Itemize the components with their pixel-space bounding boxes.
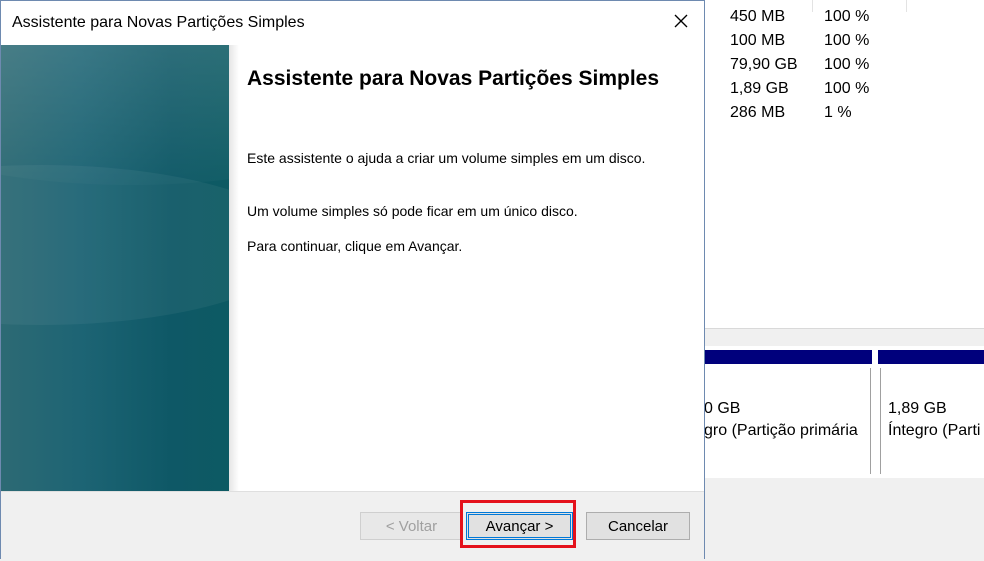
wizard-description: Para continuar, clique em Avançar. [247, 238, 463, 254]
disk-map: 0 GB gro (Partição primária 1,89 GB Ínte… [700, 346, 984, 478]
close-icon [673, 13, 689, 34]
partition-status: gro (Partição primária [704, 422, 858, 439]
partition-block[interactable]: 0 GB gro (Partição primária [704, 368, 871, 474]
volume-free-percent: 100 % [824, 56, 870, 73]
back-button[interactable]: < Voltar [360, 512, 463, 540]
volume-capacity: 100 MB [730, 32, 786, 49]
partition-status: Íntegro (Parti [888, 422, 981, 439]
banner-swoosh [1, 45, 229, 185]
volume-row[interactable]: 79,90 GB 100 % [700, 56, 984, 80]
wizard-heading: Assistente para Novas Partições Simples [247, 67, 660, 90]
volume-row[interactable]: 1,89 GB 100 % [700, 80, 984, 104]
volume-free-percent: 100 % [824, 80, 870, 97]
banner-swoosh [1, 165, 229, 325]
wizard-footer: < Voltar Avançar > Cancelar [1, 491, 704, 559]
volume-capacity: 1,89 GB [730, 80, 789, 97]
window-title: Assistente para Novas Partições Simples [12, 14, 305, 31]
wizard-side-banner [1, 45, 229, 491]
title-bar[interactable]: Assistente para Novas Partições Simples [1, 1, 704, 45]
volume-list: 450 MB 100 % 100 MB 100 % 79,90 GB 100 %… [700, 0, 984, 329]
partition-header-bar [700, 350, 872, 364]
wizard-description: Um volume simples só pode ficar em um ún… [247, 203, 578, 219]
cancel-button[interactable]: Cancelar [586, 512, 690, 540]
close-button[interactable] [658, 1, 704, 45]
partition-size: 0 GB [704, 400, 741, 417]
partition-header-bar [878, 350, 984, 364]
volume-capacity: 286 MB [730, 104, 786, 121]
next-button[interactable]: Avançar > [466, 512, 573, 540]
disk-graphical-view: 0 GB gro (Partição primária 1,89 GB Ínte… [700, 330, 984, 561]
volume-free-percent: 1 % [824, 104, 852, 121]
volume-row[interactable]: 286 MB 1 % [700, 104, 984, 128]
volume-row[interactable]: 450 MB 100 % [700, 8, 984, 32]
volume-free-percent: 100 % [824, 32, 870, 49]
banner-shadow [229, 45, 239, 491]
volume-capacity: 450 MB [730, 8, 786, 25]
partition-size: 1,89 GB [888, 400, 947, 417]
wizard-description: Este assistente o ajuda a criar um volum… [247, 150, 646, 166]
new-simple-volume-wizard: Assistente para Novas Partições Simples … [0, 0, 705, 559]
volume-row[interactable]: 100 MB 100 % [700, 32, 984, 56]
volume-free-percent: 100 % [824, 8, 870, 25]
volume-capacity: 79,90 GB [730, 56, 798, 73]
partition-block[interactable]: 1,89 GB Íntegro (Parti [880, 368, 984, 474]
